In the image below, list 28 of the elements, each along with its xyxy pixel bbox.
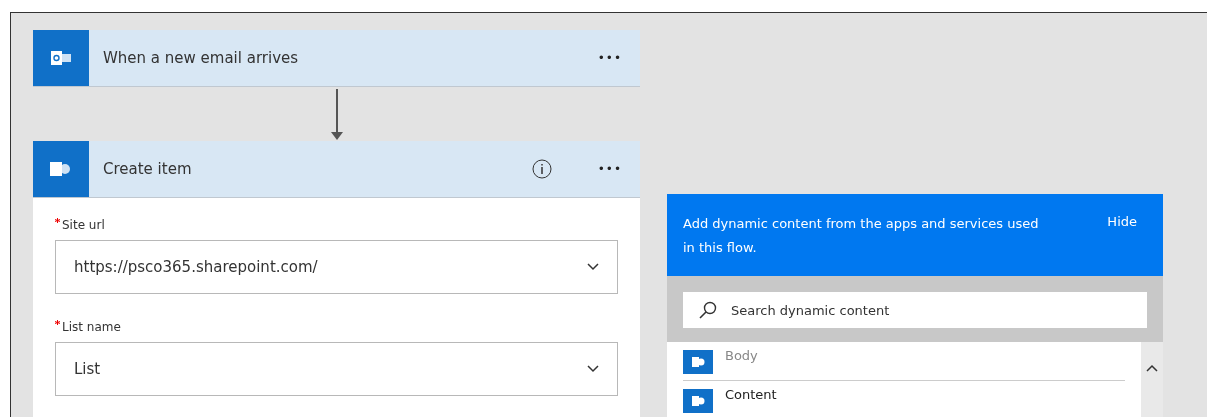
dynamic-content-item[interactable]: Body — [683, 342, 1125, 381]
scrollbar[interactable] — [1141, 342, 1163, 417]
action-title: Create item — [103, 160, 193, 178]
flow-arrow — [330, 89, 343, 141]
dropdown-field[interactable]: List — [55, 342, 618, 396]
chevron-down-icon[interactable] — [587, 365, 599, 373]
more-button[interactable]: ••• — [591, 161, 628, 177]
dynamic-content-item[interactable]: Content — [683, 381, 1125, 417]
dropdown-field[interactable]: https://psco365.sharepoint.com/ — [55, 240, 618, 294]
mail-app-icon — [51, 49, 71, 67]
hide-button[interactable]: Hide — [1107, 212, 1147, 229]
search-icon — [699, 301, 717, 319]
sharepoint-app-icon — [50, 160, 72, 178]
item-title: Content — [725, 387, 777, 402]
field-label: List name — [62, 320, 121, 334]
item-subtitle: Body — [725, 348, 758, 363]
field-label: Site url — [62, 218, 105, 232]
chevron-down-icon[interactable] — [587, 263, 599, 271]
info-icon[interactable] — [531, 159, 552, 179]
sharepoint-app-icon — [683, 389, 713, 413]
search-box[interactable]: Search dynamic content — [683, 292, 1147, 328]
action-card-header[interactable]: Create item ••• — [33, 141, 640, 198]
more-button[interactable]: ••• — [591, 50, 628, 66]
trigger-title: When a new email arrives — [103, 49, 300, 67]
banner-message: Add dynamic content from the apps and services used in this flow. — [683, 215, 1040, 257]
sharepoint-app-icon — [683, 350, 713, 374]
chevron-up-icon[interactable] — [1146, 364, 1158, 372]
trigger-card-header[interactable]: When a new email arrives ••• — [33, 30, 640, 87]
